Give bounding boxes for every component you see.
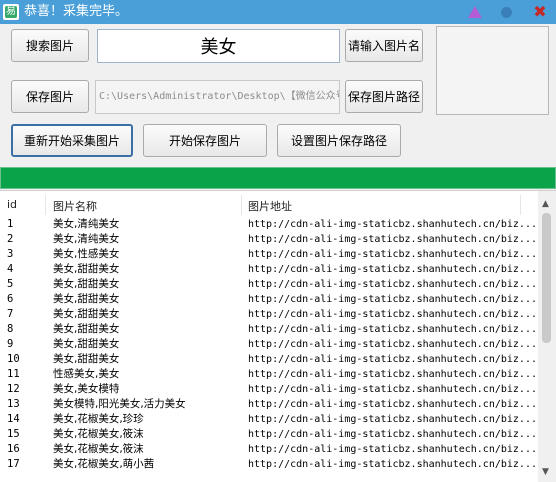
keyword-input[interactable]: 美女 [97,29,340,63]
table-row[interactable]: 1 美女,清纯美女 http://cdn-ali-img-staticbz.shan… [0,217,537,232]
table-row[interactable]: 14 美女,花椒美女,珍珍 http://cdn-ali-img-staticbz.… [0,412,537,427]
row-id: 1 [7,218,14,230]
row-id: 9 [7,338,14,350]
row-name: 美女,甜甜美女 [53,308,120,320]
row-id: 11 [7,368,20,380]
row-url: http://cdn-ali-img-staticbz.shanhutech.c… [248,384,537,395]
row-name: 美女模特,阳光美女,活力美女 [53,398,186,410]
table-body: 1 美女,清纯美女 http://cdn-ali-img-staticbz.shan… [0,217,537,472]
scroll-thumb[interactable] [542,213,551,343]
row-url: http://cdn-ali-img-staticbz.shanhutech.c… [248,429,537,440]
table-row[interactable]: 12 美女,美女模特 http://cdn-ali-img-staticbz.sha… [0,382,537,397]
row-name: 美女,甜甜美女 [53,338,120,350]
row-name: 美女,花椒美女,筱沫 [53,443,144,455]
save-path-field[interactable]: C:\Users\Administrator\Desktop\【微信公众号 [95,80,340,114]
row-name: 美女,甜甜美女 [53,278,120,290]
row-id: 12 [7,383,20,395]
table-row[interactable]: 8 美女,甜甜美女 http://cdn-ali-img-staticbz.shan… [0,322,537,337]
row-id: 17 [7,458,20,470]
row-id: 5 [7,278,14,290]
table-row[interactable]: 11 性感美女,美女 http://cdn-ali-img-staticbz.sha… [0,367,537,382]
image-preview [436,26,549,115]
progress-fill [1,168,555,188]
row-url: http://cdn-ali-img-staticbz.shanhutech.c… [248,444,537,455]
row-url: http://cdn-ali-img-staticbz.shanhutech.c… [248,324,537,335]
row-name: 美女,清纯美女 [53,233,120,245]
row-id: 15 [7,428,20,440]
row-name: 性感美女,美女 [53,368,120,380]
row-url: http://cdn-ali-img-staticbz.shanhutech.c… [248,234,537,245]
row-id: 14 [7,413,20,425]
row-name: 美女,甜甜美女 [53,353,120,365]
table-row[interactable]: 17 美女,花椒美女,萌小茜 http://cdn-ali-img-staticbz… [0,457,537,472]
row-url: http://cdn-ali-img-staticbz.shanhutech.c… [248,354,537,365]
row-name: 美女,甜甜美女 [53,293,120,305]
table-row[interactable]: 13 美女模特,阳光美女,活力美女 http://cdn-ali-img-stati… [0,397,537,412]
row-url: http://cdn-ali-img-staticbz.shanhutech.c… [248,294,537,305]
row-name: 美女,甜甜美女 [53,263,120,275]
row-id: 13 [7,398,20,410]
app-icon [3,4,19,20]
table-row[interactable]: 7 美女,甜甜美女 http://cdn-ali-img-staticbz.shan… [0,307,537,322]
progress-bar [0,167,556,189]
row-url: http://cdn-ali-img-staticbz.shanhutech.c… [248,279,537,290]
table-row[interactable]: 15 美女,花椒美女,筱沫 http://cdn-ali-img-staticbz.… [0,427,537,442]
table-row[interactable]: 16 美女,花椒美女,筱沫 http://cdn-ali-img-staticbz.… [0,442,537,457]
row-url: http://cdn-ali-img-staticbz.shanhutech.c… [248,414,537,425]
table-row[interactable]: 10 美女,甜甜美女 http://cdn-ali-img-staticbz.sha… [0,352,537,367]
table-header: id 图片名称 图片地址 [0,191,536,219]
table-row[interactable]: 9 美女,甜甜美女 http://cdn-ali-img-staticbz.shan… [0,337,537,352]
enter-image-name-button[interactable]: 请输入图片名 [345,29,423,62]
row-url: http://cdn-ali-img-staticbz.shanhutech.c… [248,309,537,320]
save-image-button[interactable]: 保存图片 [11,80,89,113]
column-header-url[interactable]: 图片地址 [248,198,292,214]
row-name: 美女,性感美女 [53,248,120,260]
row-url: http://cdn-ali-img-staticbz.shanhutech.c… [248,219,537,230]
image-table[interactable]: id 图片名称 图片地址 1 美女,清纯美女 http://cdn-ali-img-… [0,190,556,482]
row-id: 3 [7,248,14,260]
title-bar: 恭喜！采集完毕。 ✖ [0,0,556,24]
row-name: 美女,清纯美女 [53,218,120,230]
row-url: http://cdn-ali-img-staticbz.shanhutech.c… [248,399,537,410]
table-row[interactable]: 3 美女,性感美女 http://cdn-ali-img-staticbz.shan… [0,247,537,262]
row-name: 美女,花椒美女,珍珍 [53,413,144,425]
column-header-name[interactable]: 图片名称 [53,198,97,214]
table-row[interactable]: 2 美女,清纯美女 http://cdn-ali-img-staticbz.shan… [0,232,537,247]
row-id: 16 [7,443,20,455]
column-divider [241,195,242,215]
column-divider [45,195,46,215]
table-row[interactable]: 6 美女,甜甜美女 http://cdn-ali-img-staticbz.shan… [0,292,537,307]
set-save-path-button[interactable]: 设置图片保存路径 [277,124,401,157]
row-name: 美女,花椒美女,筱沫 [53,428,144,440]
row-name: 美女,美女模特 [53,383,120,395]
row-name: 美女,甜甜美女 [53,323,120,335]
start-save-button[interactable]: 开始保存图片 [143,124,267,157]
table-row[interactable]: 5 美女,甜甜美女 http://cdn-ali-img-staticbz.shan… [0,277,537,292]
row-id: 4 [7,263,14,275]
save-path-button[interactable]: 保存图片路径 [345,80,423,113]
row-id: 7 [7,308,14,320]
column-divider [520,195,521,215]
row-url: http://cdn-ali-img-staticbz.shanhutech.c… [248,264,537,275]
window-title: 恭喜！采集完毕。 [24,4,129,19]
row-url: http://cdn-ali-img-staticbz.shanhutech.c… [248,249,537,260]
vertical-scrollbar[interactable]: ▲ ▼ [538,191,556,482]
dot-icon[interactable] [499,4,515,20]
triangle-icon[interactable] [467,4,483,20]
search-image-button[interactable]: 搜索图片 [11,29,89,62]
scroll-down-icon[interactable]: ▼ [542,467,549,477]
scroll-up-icon[interactable]: ▲ [542,199,549,209]
row-id: 6 [7,293,14,305]
row-name: 美女,花椒美女,萌小茜 [53,458,155,470]
row-url: http://cdn-ali-img-staticbz.shanhutech.c… [248,369,537,380]
row-url: http://cdn-ali-img-staticbz.shanhutech.c… [248,459,537,470]
table-row[interactable]: 4 美女,甜甜美女 http://cdn-ali-img-staticbz.shan… [0,262,537,277]
close-icon[interactable]: ✖ [532,4,548,20]
row-id: 2 [7,233,14,245]
row-id: 8 [7,323,14,335]
row-id: 10 [7,353,20,365]
column-header-id[interactable]: id [7,198,17,211]
restart-collect-button[interactable]: 重新开始采集图片 [11,124,133,157]
row-url: http://cdn-ali-img-staticbz.shanhutech.c… [248,339,537,350]
